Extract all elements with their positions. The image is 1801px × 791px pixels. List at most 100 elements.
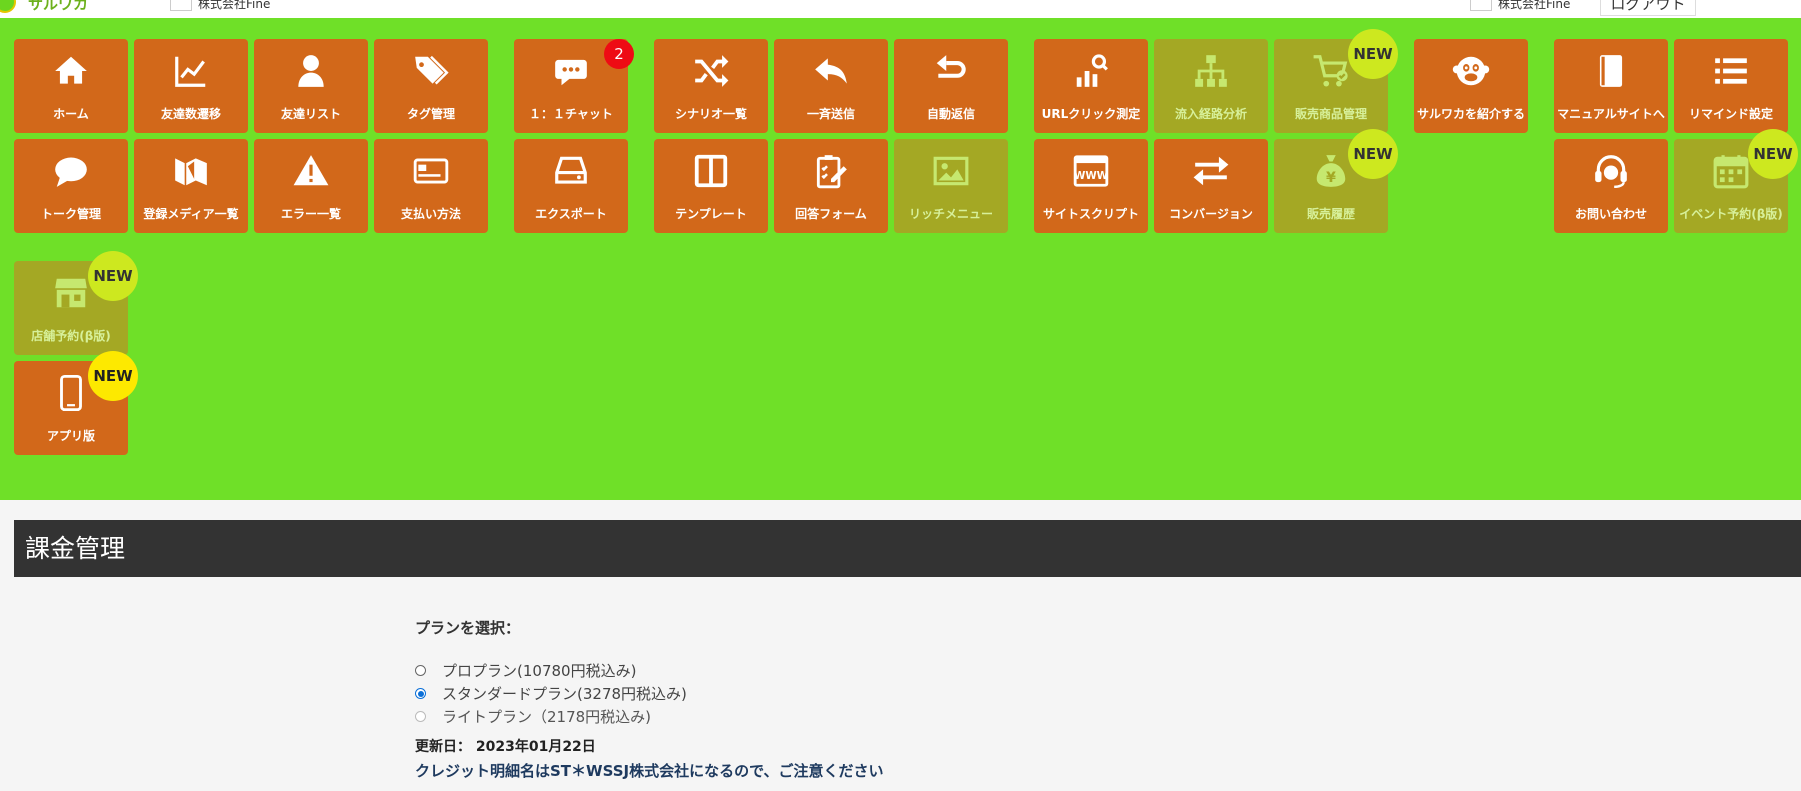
menu-tile-label: 自動返信 xyxy=(926,107,975,121)
menu-tile-manual-site[interactable]: マニュアルサイトへ xyxy=(1554,39,1668,133)
menu-tile-friend-trend[interactable]: 友達数遷移 xyxy=(134,39,248,133)
menu-tile-sales-history[interactable]: ¥ 販売履歴 NEW xyxy=(1274,129,1398,233)
menu-tile-label: マニュアルサイトへ xyxy=(1557,107,1665,121)
menu-tile-store-reservation[interactable]: 店舗予約(β版) NEW xyxy=(14,251,138,355)
menu-tile-event-reservation[interactable]: イベント予約(β版) NEW xyxy=(1674,129,1798,233)
menu-tile-rich-menu[interactable]: リッチメニュー xyxy=(894,139,1008,233)
plan-select-label: プランを選択： xyxy=(415,619,521,637)
menu-tile-product-manage[interactable]: 販売商品管理 NEW xyxy=(1274,29,1398,133)
menu-tile-talk-manage[interactable]: トーク管理 xyxy=(14,139,128,233)
menu-grid: ホーム 友達数遷移 友達リスト タグ管理 １：１チャット 2 シナリオ一覧 一斉送信 自動返信 U… xyxy=(0,18,1801,500)
radio-standard[interactable] xyxy=(415,688,426,699)
new-badge: NEW xyxy=(1348,29,1398,79)
menu-tile-contact[interactable]: お問い合わせ xyxy=(1554,139,1668,233)
menu-tile-label: ホーム xyxy=(53,107,89,121)
menu-tile-answer-form[interactable]: 回答フォーム xyxy=(774,139,888,233)
menu-tile-export[interactable]: エクスポート xyxy=(514,139,628,233)
menu-tile-label: 販売商品管理 xyxy=(1294,107,1367,121)
menu-tile-friend-list[interactable]: 友達リスト xyxy=(254,39,368,133)
exchange-icon xyxy=(1154,151,1268,191)
menu-tile-label: 流入経路分析 xyxy=(1174,107,1247,121)
menu-tile-scenario-list[interactable]: シナリオ一覧 xyxy=(654,39,768,133)
image-icon xyxy=(894,151,1008,191)
menu-tile-label: テンプレート xyxy=(675,207,747,221)
logo-text: サルワカ xyxy=(28,0,89,13)
menu-tile-label: イベント予約(β版) xyxy=(1679,207,1783,221)
new-badge: NEW xyxy=(1748,129,1798,179)
billing-notice: クレジット明細名はST＊WSSJ株式会社になるので、ご注意ください xyxy=(415,762,884,780)
menu-tile-label: アプリ版 xyxy=(46,429,95,443)
speech-bubble-icon xyxy=(14,151,128,191)
menu-tile-label: 友達数遷移 xyxy=(160,107,221,121)
warning-icon xyxy=(254,151,368,191)
shuffle-icon xyxy=(654,51,768,91)
logout-button[interactable]: ログアウト xyxy=(1600,0,1696,16)
top-header: サルワカ 株式会社Fine 株式会社Fine ログアウト xyxy=(0,0,1801,18)
menu-tile-tag-manage[interactable]: タグ管理 xyxy=(374,39,488,133)
plan-option-standard[interactable]: スタンダードプラン(3278円税込み) xyxy=(415,683,687,704)
menu-tile-app-version[interactable]: アプリ版 NEW xyxy=(14,351,138,455)
return-icon xyxy=(894,51,1008,91)
headset-icon xyxy=(1554,151,1668,191)
menu-tile-label: 友達リスト xyxy=(280,107,341,121)
menu-tile-site-script[interactable]: WWW サイトスクリプト xyxy=(1034,139,1148,233)
company-avatar-icon xyxy=(1470,0,1492,11)
menu-tile-label: タグ管理 xyxy=(406,107,455,121)
www-icon: WWW xyxy=(1034,151,1148,191)
menu-tile-label: サルワカを紹介する xyxy=(1416,107,1525,121)
menu-tile-label: リッチメニュー xyxy=(908,207,993,221)
updated-date: 更新日： 2023年01月22日 xyxy=(415,739,596,755)
company-avatar-icon xyxy=(170,0,192,11)
menu-tile-label: サイトスクリプト xyxy=(1042,207,1139,221)
menu-tile-home[interactable]: ホーム xyxy=(14,39,128,133)
menu-tile-label: 支払い方法 xyxy=(400,207,461,221)
menu-tile-url-click[interactable]: URLクリック測定 xyxy=(1034,39,1148,133)
home-icon xyxy=(14,51,128,91)
new-badge: NEW xyxy=(88,351,138,401)
menu-tile-conversion[interactable]: コンバージョン xyxy=(1154,139,1268,233)
menu-tile-label: URLクリック測定 xyxy=(1041,107,1141,121)
menu-tile-refer[interactable]: サルワカを紹介する xyxy=(1414,39,1528,133)
plan-label-pro: プロプラン(10780円税込み) xyxy=(442,662,637,680)
book-icon xyxy=(1554,51,1668,91)
menu-tile-template[interactable]: テンプレート xyxy=(654,139,768,233)
logo-icon xyxy=(0,0,16,13)
user-icon xyxy=(254,51,368,91)
svg-text:¥: ¥ xyxy=(1326,170,1336,186)
menu-tile-chat[interactable]: １：１チャット 2 xyxy=(514,39,634,133)
hdd-icon xyxy=(514,151,628,191)
columns-icon xyxy=(654,151,768,191)
menu-tile-label: リマインド設定 xyxy=(1688,107,1773,121)
menu-tile-label: エラー一覧 xyxy=(280,207,341,221)
menu-tile-payment[interactable]: 支払い方法 xyxy=(374,139,488,233)
menu-tile-label: １：１チャット xyxy=(529,107,613,121)
plan-label-light: ライトプラン（2178円税込み) xyxy=(442,708,652,726)
account-right[interactable]: 株式会社Fine xyxy=(1470,0,1570,12)
credit-card-icon xyxy=(374,151,488,191)
plan-label-standard: スタンダードプラン(3278円税込み) xyxy=(442,685,687,703)
menu-tile-broadcast[interactable]: 一斉送信 xyxy=(774,39,888,133)
menu-tile-auto-reply[interactable]: 自動返信 xyxy=(894,39,1008,133)
company-name: 株式会社Fine xyxy=(198,0,271,11)
page-title: 課金管理 xyxy=(14,520,1801,577)
plan-option-pro[interactable]: プロプラン(10780円税込み) xyxy=(415,660,636,681)
line-chart-icon xyxy=(134,51,248,91)
menu-tile-remind-settings[interactable]: リマインド設定 xyxy=(1674,39,1788,133)
radio-pro[interactable] xyxy=(415,665,426,676)
monkey-icon xyxy=(1414,51,1528,91)
menu-tile-label: 一斉送信 xyxy=(806,107,855,121)
menu-tile-label: 店舗予約(β版) xyxy=(31,329,111,343)
menu-tile-error-list[interactable]: エラー一覧 xyxy=(254,139,368,233)
menu-tile-label: エクスポート xyxy=(535,207,607,221)
menu-tile-label: コンバージョン xyxy=(1169,207,1253,221)
menu-tile-label: シナリオ一覧 xyxy=(674,107,747,121)
menu-tile-inflow-analysis[interactable]: 流入経路分析 xyxy=(1154,39,1268,133)
menu-tile-label: 販売履歴 xyxy=(1306,207,1355,221)
clipboard-edit-icon xyxy=(774,151,888,191)
menu-tile-media-list[interactable]: 登録メディア一覧 xyxy=(134,139,248,233)
analytics-search-icon xyxy=(1034,51,1148,91)
sitemap-icon xyxy=(1154,51,1268,91)
list-icon xyxy=(1674,51,1788,91)
radio-light xyxy=(415,711,426,722)
tags-icon xyxy=(374,51,488,91)
